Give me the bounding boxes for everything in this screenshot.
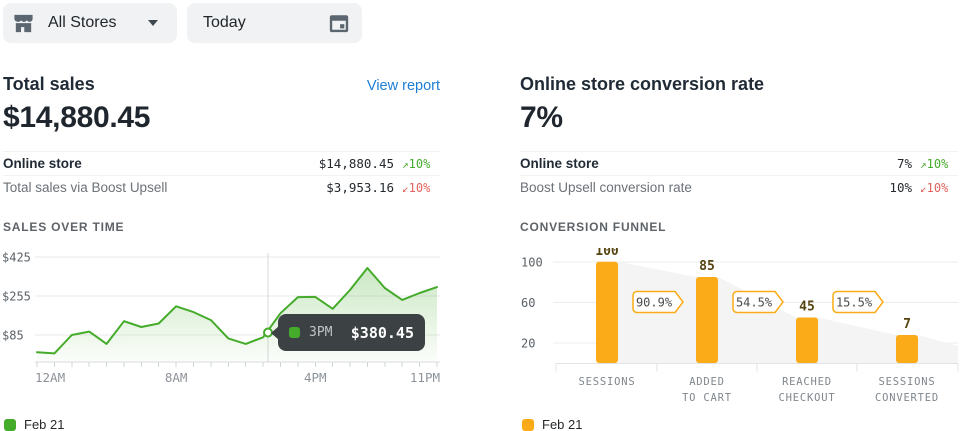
conversion-rate-label: 90.9% xyxy=(636,296,673,310)
view-report-link[interactable]: View report xyxy=(367,78,440,94)
trend-value: 10% xyxy=(927,157,949,171)
series-swatch xyxy=(289,327,300,338)
row-label: Boost Upsell conversion rate xyxy=(520,180,692,195)
x-tick-label: 11PM xyxy=(410,370,440,385)
chart-tooltip: 3PM $380.45 xyxy=(278,314,425,351)
category-label: SESSIONS xyxy=(879,376,936,388)
row-label: Online store xyxy=(3,156,82,171)
storefront-icon xyxy=(12,12,35,35)
row-value: 7% xyxy=(897,156,912,171)
bar-value-label: 100 xyxy=(595,248,619,259)
trend-value: 10% xyxy=(409,157,431,171)
trend-badge: ↙10% xyxy=(402,181,440,195)
y-tick-label: $255 xyxy=(2,290,31,304)
legend-label: Feb 21 xyxy=(542,417,582,431)
conversion-breakdown: Online store 7% ↗10% Boost Upsell conver… xyxy=(520,151,958,199)
conversion-rate-label: 54.5% xyxy=(736,296,773,310)
trend-value: 10% xyxy=(927,181,949,195)
row-value: $14,880.45 xyxy=(319,156,394,171)
y-tick-label: 100 xyxy=(521,255,543,269)
date-filter-button[interactable]: Today xyxy=(187,3,362,43)
total-sales-breakdown: Online store $14,880.45 ↗10% Total sales… xyxy=(3,151,440,199)
category-label: CHECKOUT xyxy=(779,392,836,404)
category-label: CONVERTED xyxy=(875,392,939,404)
trend-badge: ↗10% xyxy=(920,157,958,171)
funnel-chart-legend: Feb 21 xyxy=(522,417,582,431)
category-label: ADDED xyxy=(689,376,725,388)
category-label: REACHED xyxy=(782,376,832,388)
bar-value-label: 85 xyxy=(699,259,715,274)
x-tick-label: 12AM xyxy=(35,370,65,385)
calendar-icon xyxy=(328,12,350,34)
table-row: Online store $14,880.45 ↗10% xyxy=(3,151,440,175)
trend-badge: ↙10% xyxy=(920,181,958,195)
date-filter-label: Today xyxy=(203,14,246,32)
conversion-funnel-chart: 100 60 20 100 85 45 7 90.9% 54.5% 15.5% SESSIONS AD… xyxy=(518,248,960,404)
conversion-rate-header: Online store conversion rate xyxy=(520,74,958,95)
trend-badge: ↗10% xyxy=(402,157,440,171)
sales-over-time-title: SALES OVER TIME xyxy=(3,220,124,234)
funnel-bar xyxy=(896,335,918,363)
bar-value-label: 45 xyxy=(799,299,815,314)
analytics-dashboard: All Stores Today Total sales View report… xyxy=(0,0,960,431)
trend-down-icon: ↙ xyxy=(920,182,927,195)
row-label: Online store xyxy=(520,156,599,171)
funnel-bar xyxy=(796,317,818,363)
trend-up-icon: ↗ xyxy=(920,158,927,171)
y-tick-label: $425 xyxy=(2,251,31,265)
row-value: $3,953.16 xyxy=(326,180,394,195)
category-label: SESSIONS xyxy=(579,376,636,388)
x-tick-label: 8AM xyxy=(165,370,188,385)
total-sales-title: Total sales xyxy=(3,74,95,95)
conversion-rate-label: 15.5% xyxy=(836,296,873,310)
funnel-bar xyxy=(596,262,618,363)
bar-value-label: 7 xyxy=(903,317,911,332)
store-filter-label: All Stores xyxy=(48,14,116,32)
conversion-rate-title: Online store conversion rate xyxy=(520,74,764,95)
legend-swatch-green xyxy=(4,419,16,431)
row-value: 10% xyxy=(889,180,912,195)
total-sales-value: $14,880.45 xyxy=(3,101,150,135)
sales-chart-legend: Feb 21 xyxy=(4,417,64,431)
trend-down-icon: ↙ xyxy=(402,182,409,195)
legend-label: Feb 21 xyxy=(24,417,64,431)
chevron-down-icon xyxy=(147,19,159,27)
store-filter-button[interactable]: All Stores xyxy=(3,3,177,43)
trend-value: 10% xyxy=(409,181,431,195)
total-sales-header: Total sales View report xyxy=(3,74,440,95)
conversion-rate-value: 7% xyxy=(520,101,563,135)
table-row: Total sales via Boost Upsell $3,953.16 ↙… xyxy=(3,175,440,199)
table-row: Boost Upsell conversion rate 10% ↙10% xyxy=(520,175,958,199)
trend-up-icon: ↗ xyxy=(402,158,409,171)
funnel-bar xyxy=(696,277,718,363)
tooltip-time: 3PM xyxy=(309,325,332,340)
conversion-funnel-title: CONVERSION FUNNEL xyxy=(520,220,666,234)
y-tick-label: $85 xyxy=(2,329,24,343)
x-tick-label: 4PM xyxy=(304,370,327,385)
tooltip-value: $380.45 xyxy=(351,324,414,342)
table-row: Online store 7% ↗10% xyxy=(520,151,958,175)
category-label: TO CART xyxy=(682,392,732,404)
row-label: Total sales via Boost Upsell xyxy=(3,180,167,195)
legend-swatch-orange xyxy=(522,419,534,431)
y-tick-label: 60 xyxy=(521,296,535,310)
y-tick-label: 20 xyxy=(521,336,535,350)
